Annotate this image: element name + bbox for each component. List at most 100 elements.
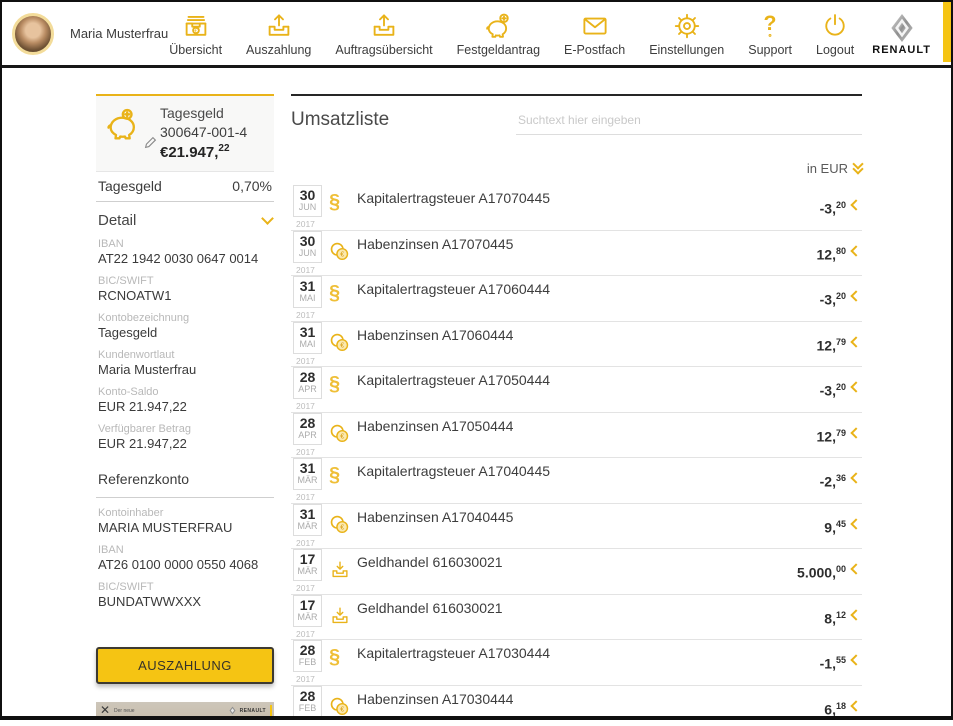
chevron-left-icon [850, 609, 861, 620]
chevron-left-icon [850, 336, 861, 347]
payout-button[interactable]: AUSZAHLUNG [96, 647, 274, 684]
currency-label: in EUR [807, 161, 848, 176]
transaction-row[interactable]: 28 FEB 2017 § Kapitalertragsteuer A17030… [291, 640, 862, 686]
reference-field: Kontoinhaber MARIA MUSTERFRAU [96, 507, 274, 535]
detail-field: IBAN AT22 1942 0030 0647 0014 [96, 238, 274, 266]
transaction-row[interactable]: 28 APR 2017 € Habenzinsen A17050444 12,7… [291, 413, 862, 459]
ad-renault-logo: RENAULT [228, 706, 266, 715]
user-profile[interactable]: Maria Musterfrau [12, 13, 168, 55]
date-day: 28 [294, 416, 321, 431]
reference-field: BIC/SWIFT BUNDATWWXXX [96, 581, 274, 609]
detail-field: Konto-Saldo EUR 21.947,22 [96, 386, 274, 414]
transaction-row[interactable]: 31 MÄR 2017 € Habenzinsen A17040445 9,45 [291, 504, 862, 550]
svg-text:€: € [340, 341, 344, 349]
detail-fields: IBAN AT22 1942 0030 0647 0014 BIC/SWIFT … [96, 238, 274, 451]
field-label: BIC/SWIFT [96, 275, 274, 287]
transaction-row[interactable]: 30 JUN 2017 § Kapitalertragsteuer A17070… [291, 185, 862, 231]
transaction-row[interactable]: 17 MÄR 2017 Geldhandel 616030021 5.000,0… [291, 549, 862, 595]
coins-icon: € [329, 241, 353, 267]
chevron-left-icon [850, 245, 861, 256]
transaction-row[interactable]: 30 JUN 2017 € Habenzinsen A17070445 12,8… [291, 231, 862, 277]
detail-section-toggle[interactable]: Detail [96, 212, 274, 229]
date-year: 2017 [296, 538, 315, 548]
transaction-row[interactable]: 31 MAI 2017 € Habenzinsen A17060444 12,7… [291, 322, 862, 368]
nav-item-einstellungen[interactable]: Einstellungen [649, 11, 724, 57]
transaction-row[interactable]: 28 FEB 2017 € Habenzinsen A17030444 6,18 [291, 686, 862, 721]
transaction-amount: 12,79 [817, 428, 846, 445]
power-icon [820, 11, 850, 41]
nav-item-auftragsuebersicht[interactable]: Auftragsübersicht [335, 11, 432, 57]
field-label: Konto-Saldo [96, 386, 274, 398]
field-value: MARIA MUSTERFRAU [96, 520, 274, 535]
account-balance: €21.947,22 [160, 142, 247, 163]
transaction-row[interactable]: 17 MÄR 2017 Geldhandel 616030021 8,12 [291, 595, 862, 641]
user-name: Maria Musterfrau [70, 26, 168, 41]
chevron-left-icon [850, 199, 861, 210]
date-day: 17 [294, 552, 321, 567]
transaction-row[interactable]: 31 MÄR 2017 § Kapitalertragsteuer A17040… [291, 458, 862, 504]
transaction-list: 30 JUN 2017 § Kapitalertragsteuer A17070… [291, 185, 862, 720]
field-value: Tagesgeld [96, 325, 274, 340]
account-sidebar: Tagesgeld 300647-001-4 €21.947,22 Tagesg… [96, 94, 274, 720]
edit-pencil-icon[interactable] [144, 136, 157, 154]
koleos-ad-banner[interactable]: ✕ Der neue Renault KOLEOS Crossover by R… [96, 702, 274, 720]
nav-item-auszahlung[interactable]: Auszahlung [246, 11, 311, 57]
renault-diamond-icon [228, 706, 237, 715]
nav-label: Auftragsübersicht [335, 43, 432, 57]
reference-account-title: Referenzkonto [96, 471, 274, 498]
date-year: 2017 [296, 356, 315, 366]
date-box: 17 MÄR [293, 595, 322, 627]
field-label: IBAN [96, 544, 274, 556]
date-month: JUN [294, 249, 321, 259]
date-box: 31 MÄR [293, 458, 322, 490]
transaction-amount: 6,18 [824, 701, 846, 718]
field-label: Kontoinhaber [96, 507, 274, 519]
transaction-row[interactable]: 31 MAI 2017 § Kapitalertragsteuer A17060… [291, 276, 862, 322]
transaction-amount: 9,45 [824, 519, 846, 536]
transaction-description: Habenzinsen A17040445 [357, 509, 513, 525]
transactions-panel: Umsatzliste in EUR 30 JUN 2017 § Kapita [291, 94, 862, 720]
date-year: 2017 [296, 447, 315, 457]
coins-icon: € [329, 332, 353, 358]
nav-item-logout[interactable]: Logout [816, 11, 854, 57]
overview-drawer-icon: € [181, 11, 211, 41]
search-input[interactable] [516, 109, 862, 135]
field-value: Maria Musterfrau [96, 362, 274, 377]
nav-item-uebersicht[interactable]: € Übersicht [169, 11, 222, 57]
date-year: 2017 [296, 265, 315, 275]
field-label: Kundenwortlaut [96, 349, 274, 361]
reference-field: IBAN AT26 0100 0000 0550 4068 [96, 544, 274, 572]
nav-item-festgeldantrag[interactable]: Festgeldantrag [457, 11, 540, 57]
paragraph-tax-icon: § [329, 191, 353, 217]
transaction-row[interactable]: 28 APR 2017 § Kapitalertragsteuer A17050… [291, 367, 862, 413]
transaction-amount: 12,79 [817, 337, 846, 354]
transactions-header: Umsatzliste [291, 109, 862, 135]
date-day: 28 [294, 643, 321, 658]
reference-fields: Kontoinhaber MARIA MUSTERFRAU IBAN AT26 … [96, 507, 274, 609]
transaction-amount: 12,80 [817, 246, 846, 263]
main-nav: € Übersicht Auszahlung Auftragsübersicht [169, 11, 854, 57]
nav-item-support[interactable]: ? Support [748, 11, 792, 57]
chevron-left-icon [850, 381, 861, 392]
date-year: 2017 [296, 492, 315, 502]
payout-tray-icon [264, 11, 294, 41]
date-day: 30 [294, 234, 321, 249]
paragraph-tax-icon: § [329, 464, 353, 490]
paragraph-tax-icon: § [329, 646, 353, 672]
date-month: MAI [294, 340, 321, 350]
nav-item-epostfach[interactable]: E-Postfach [564, 11, 625, 57]
double-chevron-down-icon [854, 160, 862, 173]
rate-label: Tagesgeld [98, 178, 162, 194]
currency-sort-control[interactable]: in EUR [291, 157, 862, 179]
date-year: 2017 [296, 674, 315, 684]
field-label: BIC/SWIFT [96, 581, 274, 593]
date-box: 28 FEB [293, 686, 322, 718]
brand-gold-stripe [943, 2, 951, 62]
account-card[interactable]: Tagesgeld 300647-001-4 €21.947,22 [96, 94, 274, 172]
nav-label: Einstellungen [649, 43, 724, 57]
nav-label: Logout [816, 43, 854, 57]
date-month: JUN [294, 203, 321, 213]
question-icon: ? [755, 11, 785, 41]
nav-label: Übersicht [169, 43, 222, 57]
transaction-amount: -3,20 [820, 200, 846, 217]
